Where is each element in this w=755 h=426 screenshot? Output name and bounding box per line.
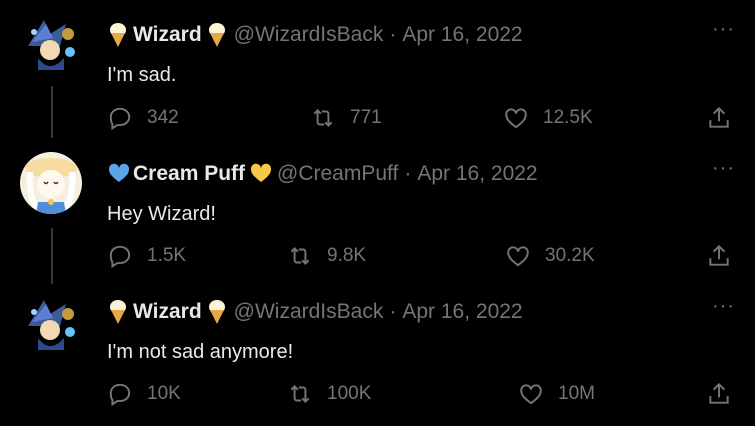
tweet-actions: 1.5K 9.8K 30.2K: [0, 243, 755, 273]
ice-cream-icon: [107, 299, 129, 325]
retweet-count: 100K: [327, 383, 372, 404]
share-icon: [709, 106, 729, 128]
tweet-header: Wizard @WizardIsBack · Apr 16, 2022: [107, 22, 523, 48]
tweet-text: Hey Wizard!: [107, 203, 216, 225]
like-button[interactable]: 12.5K: [503, 105, 593, 131]
tweet-date[interactable]: Apr 16, 2022: [417, 162, 537, 186]
cream-puff-avatar[interactable]: [20, 152, 82, 214]
retweet-count: 9.8K: [327, 245, 367, 266]
like-button[interactable]: 10M: [518, 381, 595, 407]
ice-cream-icon: [107, 22, 129, 48]
more-options-icon[interactable]: ···: [712, 19, 735, 39]
like-count: 12.5K: [543, 107, 593, 128]
tweet-header: Cream Puff @CreamPuff · Apr 16, 2022: [107, 161, 538, 187]
retweet-icon: [290, 247, 310, 265]
display-name[interactable]: Cream Puff: [133, 162, 245, 186]
retweet-button[interactable]: 100K: [287, 381, 371, 407]
like-button[interactable]: 30.2K: [505, 243, 595, 269]
ice-cream-icon: [206, 22, 228, 48]
more-options-icon[interactable]: ···: [712, 296, 735, 316]
reply-icon: [109, 107, 131, 131]
tweet-text: I'm sad.: [107, 64, 177, 86]
heart-icon: [507, 246, 529, 267]
share-icon: [709, 382, 729, 404]
tweet-header: Wizard @WizardIsBack · Apr 16, 2022: [107, 299, 523, 325]
like-count: 30.2K: [545, 245, 595, 266]
user-handle[interactable]: @CreamPuff: [277, 162, 398, 186]
wizard-avatar[interactable]: [20, 12, 82, 74]
like-count: 10M: [558, 383, 595, 404]
reply-count: 10K: [147, 383, 181, 404]
reply-button[interactable]: 342: [107, 105, 179, 131]
share-button[interactable]: [706, 243, 732, 269]
blue-heart-icon: [107, 161, 130, 187]
share-button[interactable]: [706, 381, 732, 407]
heart-icon: [505, 108, 527, 129]
reply-icon: [109, 383, 131, 407]
display-name[interactable]: Wizard: [133, 300, 202, 324]
user-handle[interactable]: @WizardIsBack: [234, 23, 384, 47]
retweet-button[interactable]: 771: [310, 105, 382, 131]
heart-icon: [520, 384, 542, 405]
ice-cream-icon: [206, 299, 228, 325]
reply-icon: [109, 245, 131, 269]
yellow-heart-icon: [249, 161, 272, 187]
display-name[interactable]: Wizard: [133, 23, 202, 47]
separator-dot: ·: [404, 162, 412, 185]
share-button[interactable]: [706, 105, 732, 131]
retweet-button[interactable]: 9.8K: [287, 243, 366, 269]
wizard-avatar[interactable]: [20, 292, 82, 354]
tweet-actions: 10K 100K 10M: [0, 381, 755, 411]
tweet-date[interactable]: Apr 16, 2022: [402, 300, 522, 324]
reply-count: 342: [147, 107, 179, 128]
separator-dot: ·: [389, 300, 397, 323]
tweet-actions: 342 771 12.5K: [0, 105, 755, 135]
retweet-icon: [290, 385, 310, 403]
more-options-icon[interactable]: ···: [712, 158, 735, 178]
tweet-text: I'm not sad anymore!: [107, 341, 294, 363]
separator-dot: ·: [389, 23, 397, 46]
tweet-date[interactable]: Apr 16, 2022: [402, 23, 522, 47]
reply-button[interactable]: 10K: [107, 381, 181, 407]
share-icon: [709, 244, 729, 266]
reply-count: 1.5K: [147, 245, 187, 266]
user-handle[interactable]: @WizardIsBack: [234, 300, 384, 324]
retweet-count: 771: [350, 107, 382, 128]
retweet-icon: [313, 109, 333, 127]
reply-button[interactable]: 1.5K: [107, 243, 186, 269]
